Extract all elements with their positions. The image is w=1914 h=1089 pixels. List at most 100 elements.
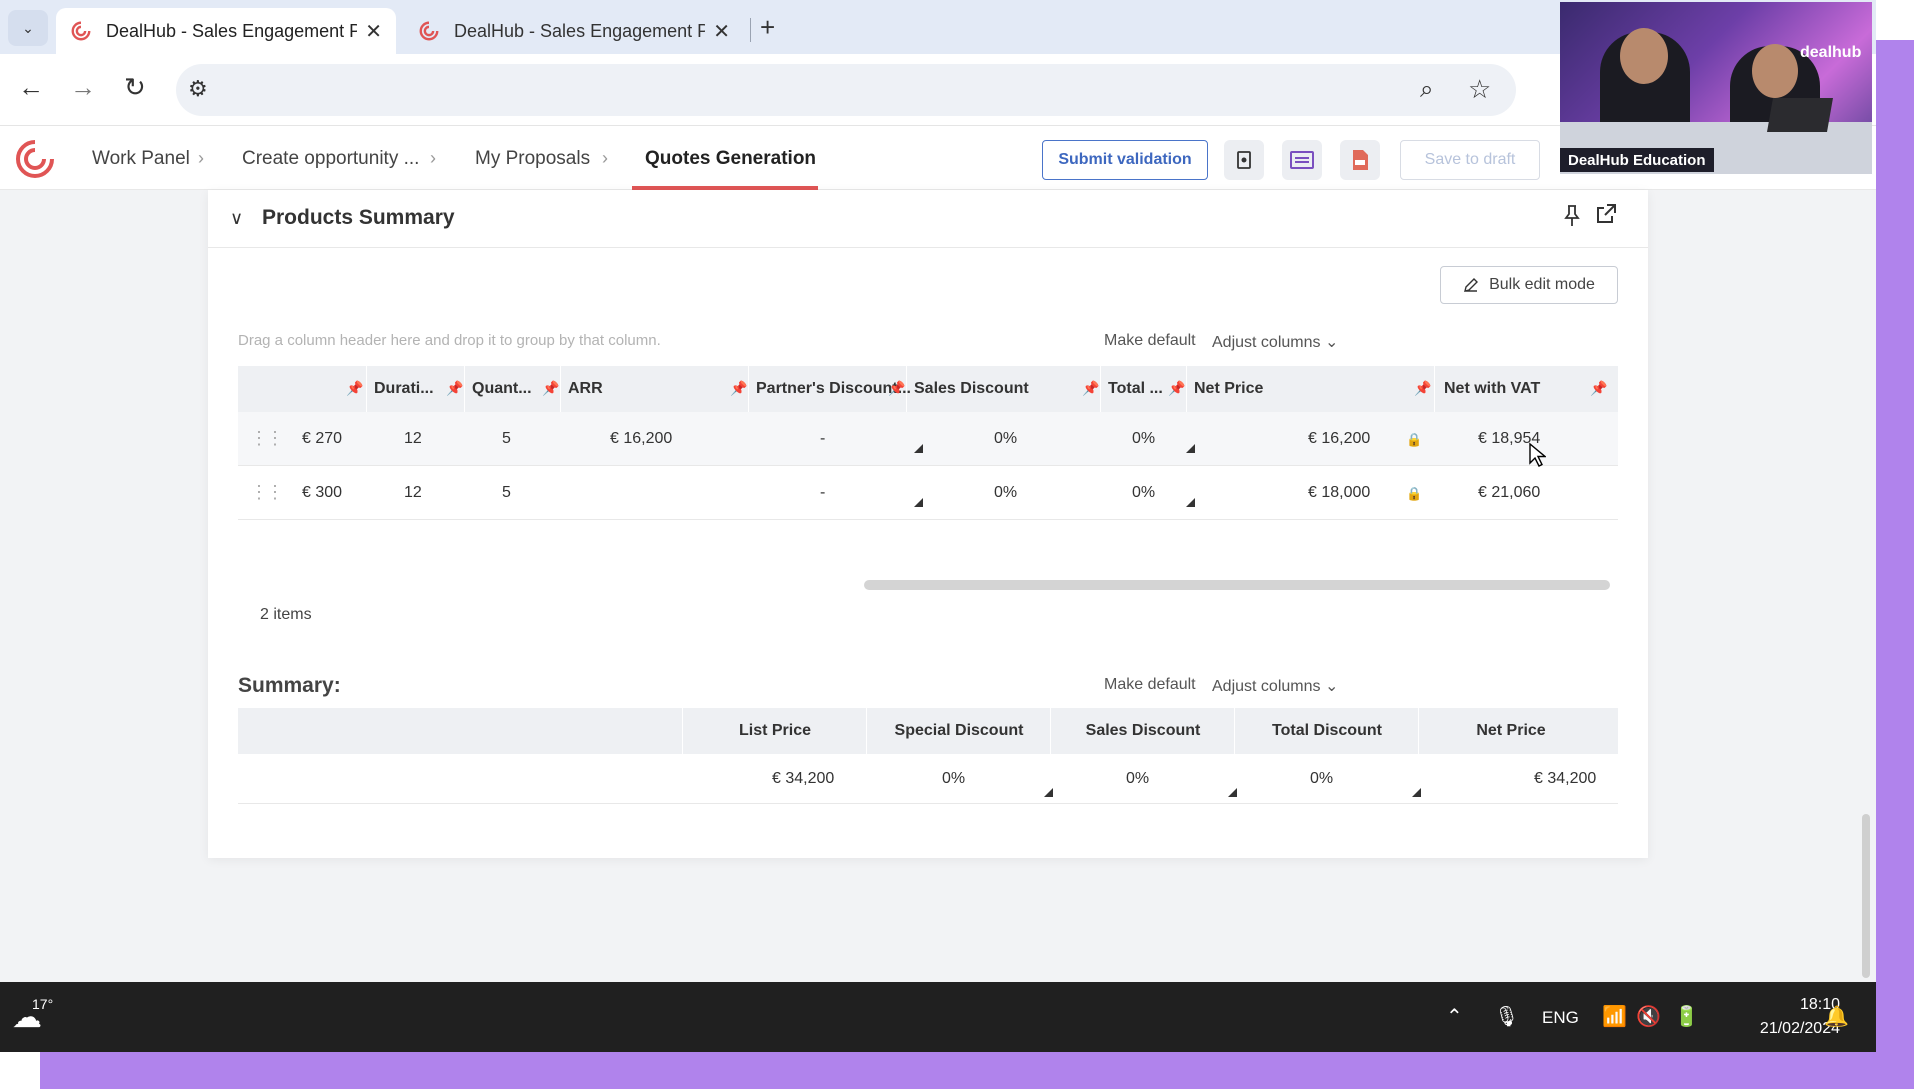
table-row[interactable]: ⋮⋮ € 300 12 5 - 0% 0% € 18,000 🔒 € 21,06… — [238, 466, 1618, 520]
page-vertical-scrollbar[interactable] — [1862, 814, 1870, 978]
cell-sales-discount[interactable]: 0% — [994, 466, 1017, 520]
document-icon — [1237, 151, 1251, 169]
tab-search-button[interactable]: ⌄ — [8, 10, 48, 46]
drag-handle-icon[interactable]: ⋮⋮ — [250, 482, 284, 503]
breadcrumb-work-panel[interactable]: Work Panel — [92, 148, 190, 170]
dealhub-logo[interactable] — [14, 138, 56, 180]
pin-icon[interactable]: 📌 — [1414, 380, 1431, 397]
column-header-net-price[interactable]: Net Price — [1194, 366, 1314, 412]
cell-net-with-vat: € 21,060 — [1478, 484, 1541, 501]
column-header-sales-discount[interactable]: Sales Discount — [1052, 708, 1234, 754]
pin-icon[interactable]: 📌 — [730, 380, 747, 397]
breadcrumb-quotes-generation[interactable]: Quotes Generation — [645, 148, 816, 170]
browser-tab-active[interactable]: DealHub - Sales Engagement Pl ✕ — [56, 8, 396, 54]
column-separator — [748, 366, 749, 412]
new-tab-button[interactable]: + — [760, 12, 775, 43]
chevron-right-icon: › — [430, 148, 436, 168]
group-drop-zone[interactable]: Drag a column header here and drop it to… — [238, 332, 661, 349]
make-default-link[interactable]: Make default — [1104, 332, 1196, 350]
presentation-icon — [1290, 151, 1314, 169]
pin-icon[interactable]: 📌 — [1590, 380, 1607, 397]
document-button[interactable] — [1224, 140, 1264, 180]
pin-icon[interactable]: 📌 — [888, 380, 905, 397]
cell-total-discount: 0% — [1132, 430, 1156, 447]
column-separator — [464, 366, 465, 412]
column-header-arr[interactable]: ARR — [568, 366, 628, 412]
close-icon[interactable]: ✕ — [365, 19, 382, 44]
chevron-right-icon: › — [602, 148, 608, 168]
column-separator — [1186, 366, 1187, 412]
column-separator — [682, 708, 683, 754]
pin-icon[interactable]: 📌 — [1168, 380, 1185, 397]
horizontal-scrollbar[interactable] — [864, 580, 1610, 590]
submit-validation-button[interactable]: Submit validation — [1042, 140, 1208, 180]
pin-icon[interactable] — [1562, 204, 1582, 234]
make-default-link[interactable]: Make default — [1104, 676, 1196, 694]
bookmark-star-icon[interactable]: ☆ — [1468, 74, 1491, 105]
adjust-columns-label: Adjust columns — [1212, 334, 1321, 351]
save-to-draft-button[interactable]: Save to draft — [1400, 140, 1540, 180]
summary-total-discount[interactable]: 0% — [1310, 754, 1333, 804]
summary-sales-discount[interactable]: 0% — [1126, 754, 1149, 804]
wifi-icon[interactable]: 📶 — [1602, 1004, 1627, 1029]
column-header-quantity[interactable]: Quant... — [472, 366, 542, 412]
language-indicator[interactable]: ENG — [1542, 1008, 1579, 1028]
microphone-icon[interactable]: 🎙 — [1494, 1004, 1519, 1029]
column-header-total-discount[interactable]: Total Discount — [1236, 708, 1418, 754]
table-row[interactable]: ⋮⋮ € 270 12 5 € 16,200 - 0% 0% € 16,200 … — [238, 412, 1618, 467]
pdf-button[interactable] — [1340, 140, 1380, 180]
screen: ⌄ DealHub - Sales Engagement Pl ✕ DealHu… — [0, 0, 1876, 1052]
mouse-cursor-icon — [1529, 442, 1546, 467]
forward-arrow-icon[interactable]: → — [70, 72, 96, 103]
pin-icon[interactable]: 📌 — [346, 380, 363, 397]
column-header-total-discount[interactable]: Total ... — [1108, 366, 1168, 412]
adjust-columns-dropdown[interactable]: Adjust columns ⌄ — [1212, 676, 1338, 696]
chevron-up-icon[interactable]: ⌃ — [1446, 1004, 1463, 1029]
adjust-columns-dropdown[interactable]: Adjust columns ⌄ — [1212, 332, 1338, 352]
dealhub-favicon-icon — [419, 21, 439, 41]
notification-bell-icon[interactable]: 🔔 — [1824, 1004, 1849, 1029]
cell-duration: 12 — [404, 430, 422, 447]
zoom-icon[interactable]: ⌕ — [1420, 76, 1433, 104]
browser-tab[interactable]: DealHub - Sales Engagement Pl ✕ — [404, 8, 744, 54]
adjust-columns-label: Adjust columns — [1212, 678, 1321, 695]
tab-title: DealHub - Sales Engagement Pl — [106, 20, 358, 41]
column-header-duration[interactable]: Durati... — [374, 366, 444, 412]
speaker-muted-icon[interactable]: 🔇 — [1636, 1004, 1661, 1029]
back-arrow-icon[interactable]: ← — [18, 72, 44, 103]
editable-corner-indicator — [1412, 788, 1421, 797]
column-header-sales-discount[interactable]: Sales Discount — [914, 366, 1044, 412]
drag-handle-icon[interactable]: ⋮⋮ — [250, 428, 284, 449]
pin-icon[interactable]: 📌 — [542, 380, 559, 397]
cell-arr: € 16,200 — [610, 430, 673, 447]
clock-date[interactable]: 21/02/2024 — [1718, 1020, 1840, 1038]
reload-icon[interactable]: ↻ — [124, 72, 146, 103]
summary-list-price: € 34,200 — [772, 770, 835, 787]
chevron-right-icon: › — [198, 148, 204, 168]
summary-net-price: € 34,200 — [1534, 770, 1597, 787]
webcam-label: DealHub Education — [1560, 148, 1714, 172]
column-header-net-with-vat[interactable]: Net with VAT — [1444, 366, 1564, 412]
battery-icon[interactable]: 🔋 — [1674, 1004, 1699, 1029]
summary-title: Summary: — [238, 674, 341, 697]
open-external-icon[interactable] — [1594, 202, 1618, 233]
close-icon[interactable]: ✕ — [713, 19, 730, 44]
cell-price: € 270 — [302, 430, 343, 447]
column-header-special-discount[interactable]: Special Discount — [868, 708, 1050, 754]
cell-sales-discount[interactable]: 0% — [994, 412, 1017, 466]
slides-button[interactable] — [1282, 140, 1322, 180]
column-header-list-price[interactable]: List Price — [684, 708, 866, 754]
summary-special-discount[interactable]: 0% — [942, 754, 965, 804]
breadcrumb-create-opportunity[interactable]: Create opportunity ... — [242, 148, 419, 170]
column-separator — [906, 366, 907, 412]
bulk-edit-mode-button[interactable]: Bulk edit mode — [1440, 266, 1618, 304]
pin-icon[interactable]: 📌 — [446, 380, 463, 397]
breadcrumb-my-proposals[interactable]: My Proposals — [475, 148, 590, 170]
pin-icon[interactable]: 📌 — [1082, 380, 1099, 397]
editable-corner-indicator — [914, 444, 923, 453]
cell-duration: 12 — [404, 484, 422, 501]
collapse-chevron-icon[interactable]: ∨ — [230, 208, 243, 229]
address-bar[interactable] — [176, 64, 1516, 116]
site-settings-icon[interactable]: ⚙ — [188, 76, 208, 102]
column-header-net-price[interactable]: Net Price — [1420, 708, 1602, 754]
